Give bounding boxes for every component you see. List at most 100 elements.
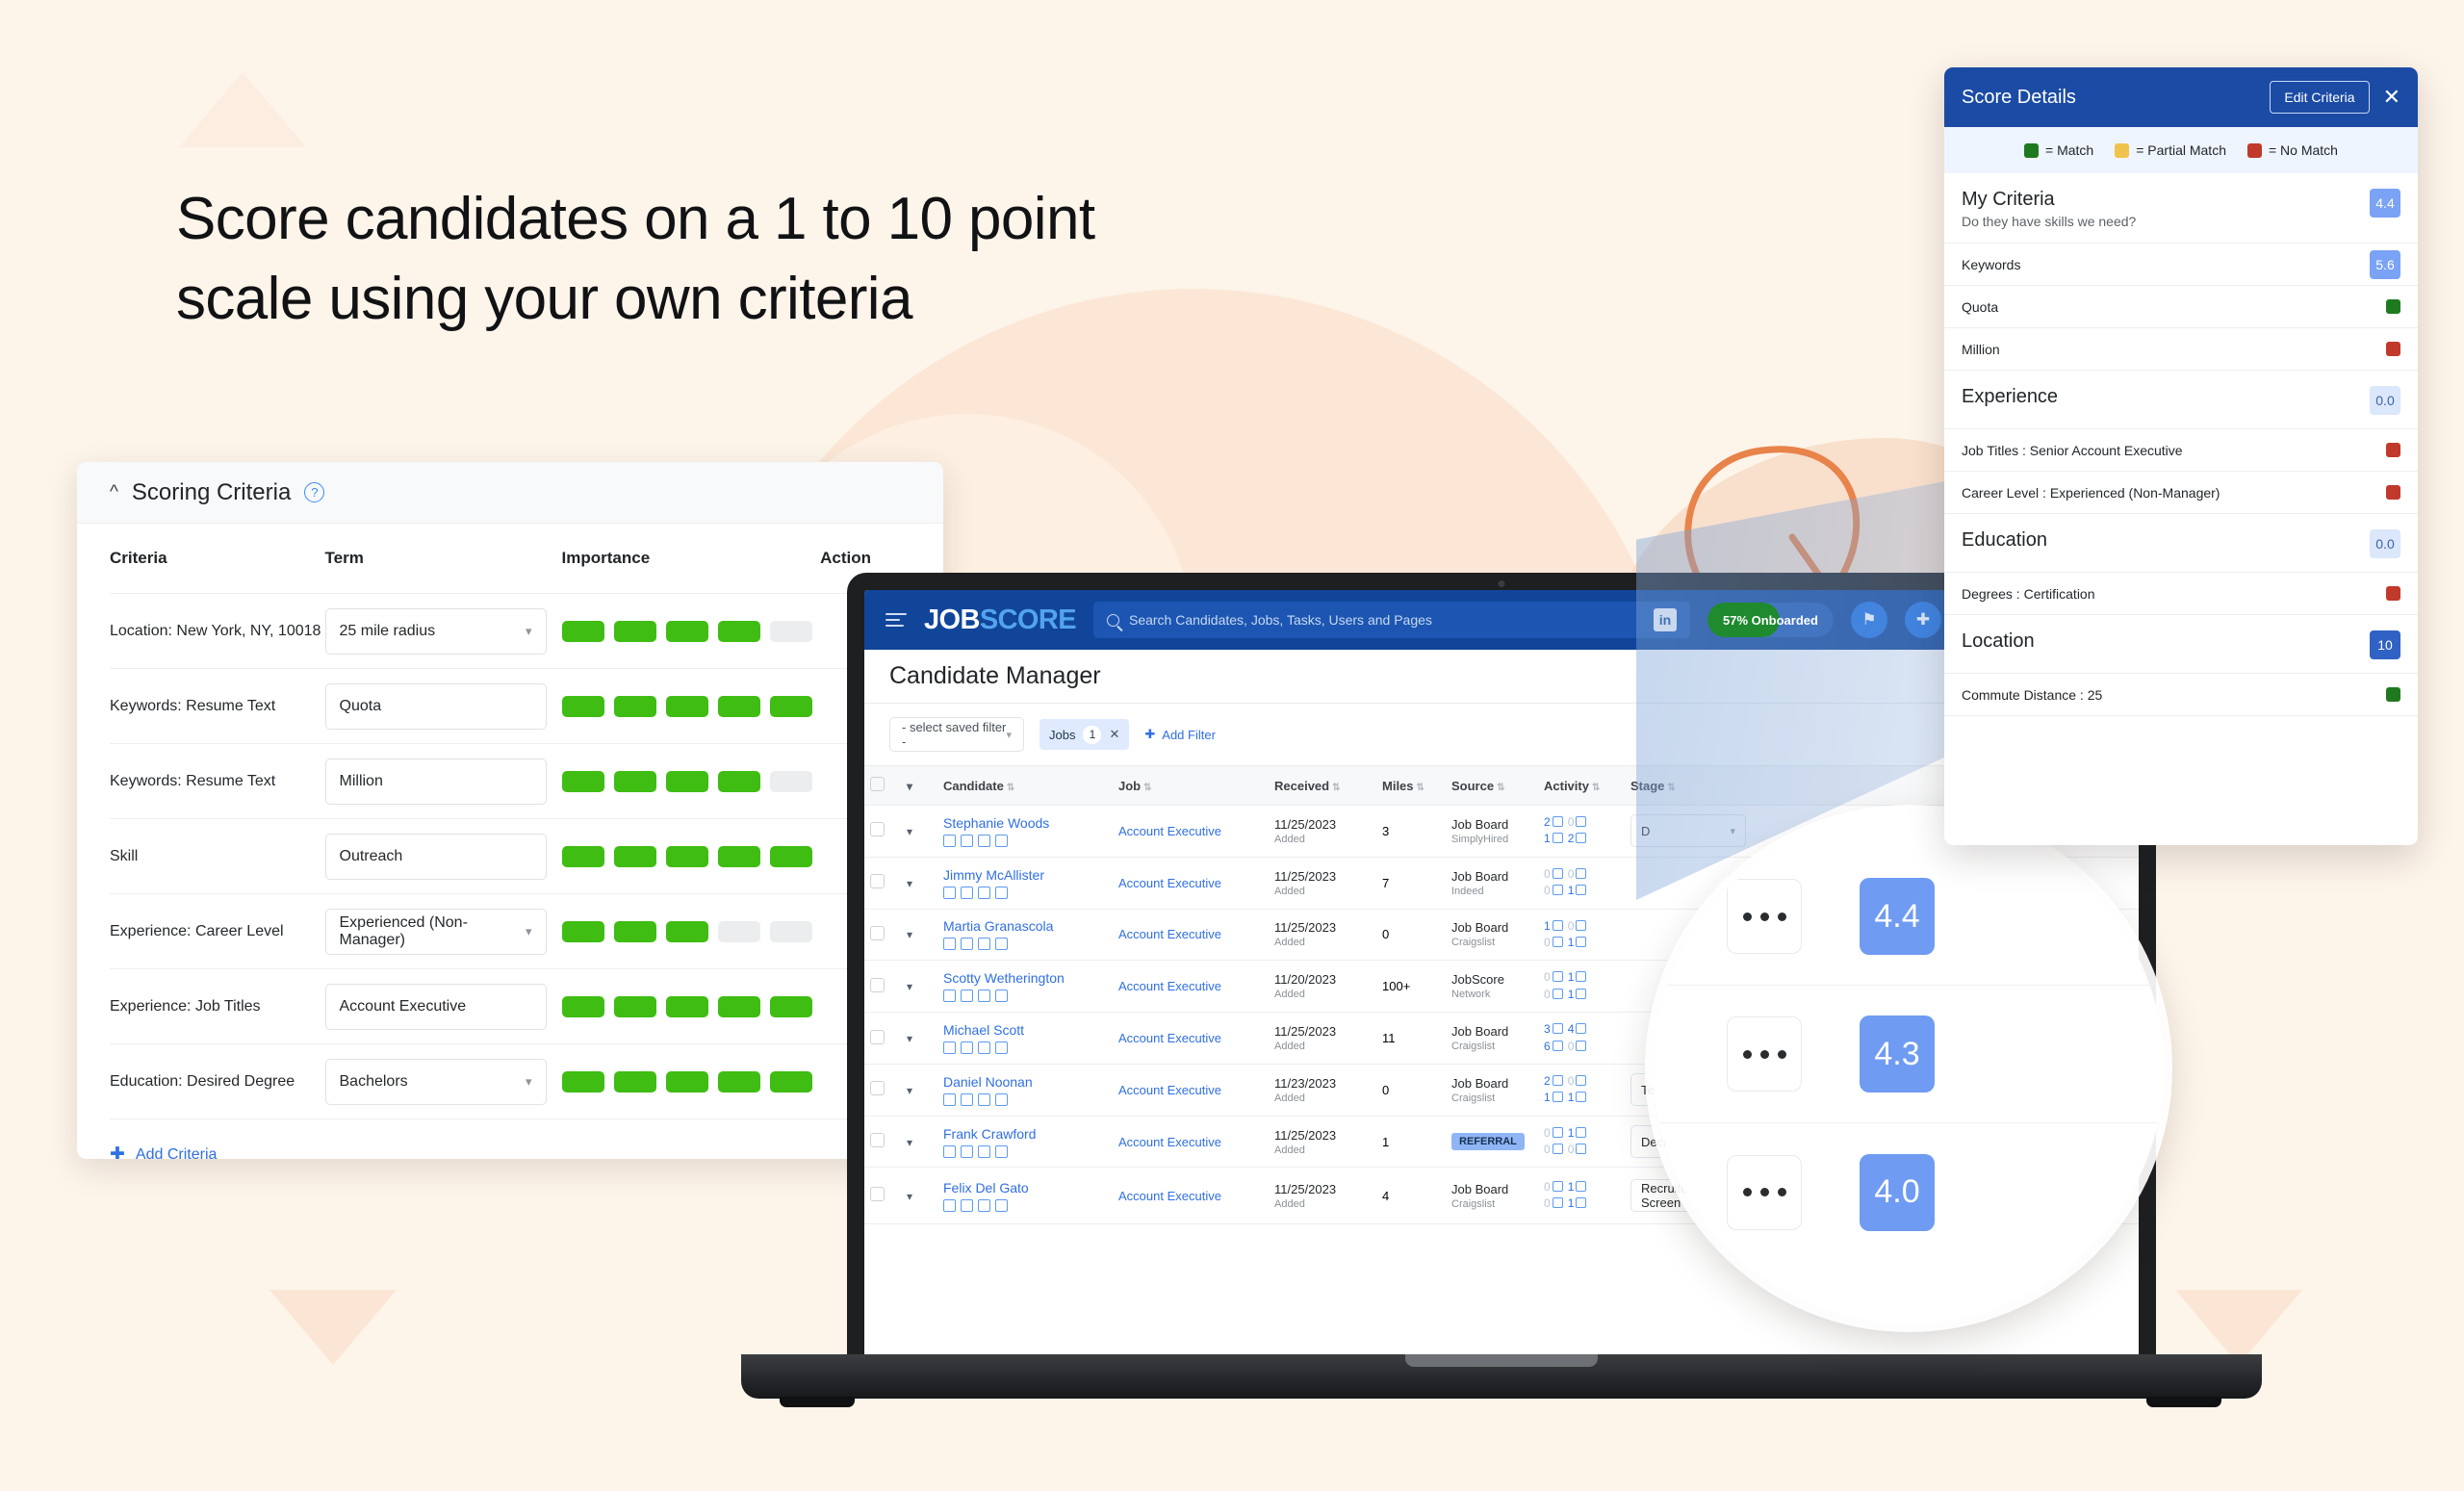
importance-rating[interactable] [561,920,821,942]
chevron-down-icon[interactable]: ▾ [907,877,912,890]
candidate-name-link[interactable]: Martia Granascola [943,918,1107,934]
column-header-job[interactable]: Job ⇅ [1113,765,1269,806]
row-checkbox-cell[interactable] [864,805,901,858]
importance-pip[interactable] [717,845,760,867]
importance-pip[interactable] [717,620,760,642]
saved-filter-select[interactable]: - select saved filter - ▾ [889,717,1024,752]
candidate-cell[interactable]: Michael Scott [937,1012,1113,1065]
job-cell[interactable]: Account Executive [1113,1012,1269,1065]
job-cell[interactable]: Account Executive [1113,805,1269,858]
term-select[interactable]: Experienced (Non-Manager) ▾ [324,908,547,955]
contact-card-icon[interactable] [943,1144,956,1158]
importance-rating[interactable] [561,620,821,642]
term-select[interactable]: 25 mile radius ▾ [324,607,547,655]
chevron-down-icon[interactable]: ▾ [907,1190,912,1203]
chevron-down-icon[interactable]: ▾ [907,825,912,838]
importance-pip[interactable] [613,620,656,642]
close-icon[interactable]: ✕ [2383,87,2400,108]
clock-icon[interactable] [995,1198,1008,1212]
row-checkbox-cell[interactable] [864,1012,901,1065]
column-header-miles[interactable]: Miles ⇅ [1376,765,1446,806]
job-cell[interactable]: Account Executive [1113,857,1269,910]
importance-pip[interactable] [613,770,656,792]
importance-pip[interactable] [665,620,708,642]
row-checkbox-cell[interactable] [864,1064,901,1117]
importance-pip[interactable] [613,920,656,942]
row-expand-cell[interactable]: ▾ [901,960,937,1014]
row-expand-cell[interactable]: ▾ [901,909,937,962]
importance-pip[interactable] [561,845,604,867]
row-checkbox-cell[interactable] [864,1116,901,1169]
add-criteria-button[interactable]: ✚ Add Criteria [110,1118,911,1159]
candidate-cell[interactable]: Felix Del Gato [937,1167,1113,1225]
question-circle-icon[interactable]: ? [304,482,325,502]
term-input[interactable]: Outreach [324,833,547,880]
chevron-down-icon[interactable]: ▾ [907,1032,912,1045]
importance-rating[interactable] [561,695,821,717]
candidate-score[interactable]: 4.4 [1860,878,1935,955]
list-icon[interactable] [978,1093,990,1106]
row-expand-cell[interactable]: ▾ [901,1116,937,1169]
checkbox-icon[interactable] [870,777,885,791]
job-cell[interactable]: Account Executive [1113,1116,1269,1169]
linkedin-icon[interactable] [961,1041,973,1055]
candidate-name-link[interactable]: Stephanie Woods [943,815,1107,831]
candidate-score[interactable]: 4.3 [1860,1015,1935,1093]
linkedin-icon[interactable] [961,886,973,899]
clock-icon[interactable] [995,1041,1008,1055]
importance-pip[interactable] [665,845,708,867]
importance-pip[interactable] [717,995,760,1017]
column-header-activity[interactable]: Activity ⇅ [1538,765,1625,806]
importance-pip[interactable] [613,995,656,1017]
checkbox-icon[interactable] [870,822,885,837]
row-checkbox-cell[interactable] [864,960,901,1014]
checkbox-icon[interactable] [870,977,885,992]
linkedin-icon[interactable] [961,938,973,951]
global-search-input[interactable]: Search Candidates, Jobs, Tasks, Users an… [1092,602,1690,638]
importance-pip[interactable] [769,770,812,792]
importance-pip[interactable] [561,920,604,942]
linkedin-icon[interactable] [961,1093,973,1106]
importance-pip[interactable] [561,695,604,717]
candidate-cell[interactable]: Martia Granascola [937,909,1113,962]
list-icon[interactable] [978,990,990,1003]
clock-icon[interactable] [995,1093,1008,1106]
importance-pip[interactable] [561,770,604,792]
ellipsis-icon[interactable] [1727,879,1802,954]
importance-pip[interactable] [717,920,760,942]
linkedin-icon[interactable] [961,834,973,847]
chevron-down-icon[interactable]: ▾ [907,928,912,941]
row-expand-cell[interactable]: ▾ [901,1064,937,1117]
row-checkbox-cell[interactable] [864,909,901,962]
row-expand-cell[interactable]: ▾ [901,1012,937,1065]
importance-rating[interactable] [561,770,821,792]
term-select[interactable]: Bachelors ▾ [324,1058,547,1105]
chevron-down-icon[interactable]: ▾ [907,980,912,993]
chevron-up-icon[interactable]: ^ [110,483,118,501]
importance-pip[interactable] [717,1070,760,1093]
column-header-received[interactable]: Received ⇅ [1269,765,1376,806]
importance-pip[interactable] [769,995,812,1017]
ellipsis-icon[interactable] [1727,1016,1802,1092]
contact-card-icon[interactable] [943,834,956,847]
list-icon[interactable] [978,1144,990,1158]
clock-icon[interactable] [995,1144,1008,1158]
candidate-name-link[interactable]: Jimmy McAllister [943,867,1107,883]
importance-pip[interactable] [665,770,708,792]
chevron-down-icon[interactable]: ▾ [907,780,912,793]
candidate-cell[interactable]: Daniel Noonan [937,1064,1113,1117]
jobscore-logo[interactable]: JOBSCORE [924,604,1077,636]
candidate-name-link[interactable]: Michael Scott [943,1022,1107,1038]
row-expand-cell[interactable]: ▾ [901,1167,937,1225]
importance-pip[interactable] [769,620,812,642]
importance-pip[interactable] [561,620,604,642]
chevron-down-icon[interactable]: ▾ [907,1136,912,1149]
list-icon[interactable] [978,886,990,899]
row-expand-cell[interactable]: ▾ [901,805,937,858]
contact-card-icon[interactable] [943,1093,956,1106]
candidate-name-link[interactable]: Frank Crawford [943,1126,1107,1142]
checkbox-icon[interactable] [870,874,885,889]
job-cell[interactable]: Account Executive [1113,960,1269,1014]
list-icon[interactable] [978,938,990,951]
importance-pip[interactable] [717,770,760,792]
